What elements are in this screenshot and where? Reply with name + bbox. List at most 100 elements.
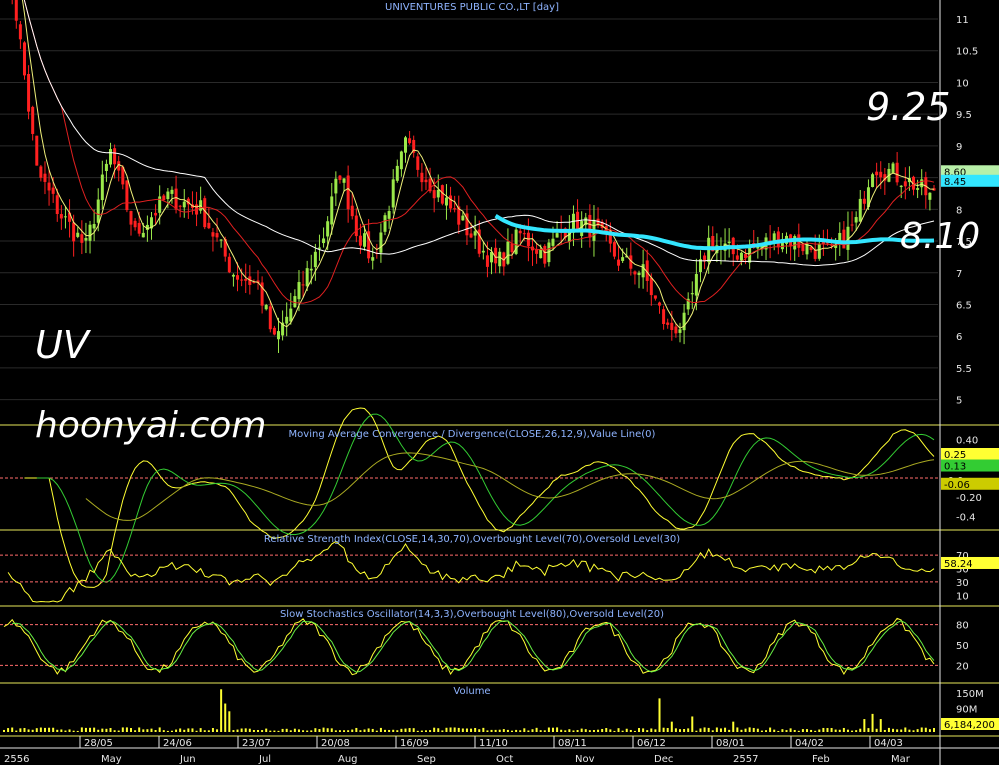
volume-bar (842, 727, 845, 732)
candle-body (293, 296, 297, 308)
candle-body (317, 247, 321, 249)
candle-body (891, 163, 895, 173)
candle-body (22, 42, 26, 76)
rsi-line (7, 540, 935, 603)
candle-body (227, 256, 231, 273)
date-label-top: 04/03 (874, 738, 903, 749)
candle-body (899, 185, 903, 188)
volume-bar (101, 728, 104, 732)
date-label-bottom: Oct (496, 754, 513, 765)
candle-body (875, 171, 879, 176)
volume-bar (715, 727, 718, 732)
candle-body (379, 232, 383, 253)
candle-body (358, 235, 362, 246)
price-tick-label: 5.5 (956, 364, 972, 375)
volume-bar (191, 728, 194, 732)
volume-bar (638, 728, 641, 732)
candle-body (895, 162, 899, 183)
volume-bar (564, 730, 567, 732)
candle-body (96, 199, 100, 223)
rsi-tick-label: 10 (956, 591, 969, 602)
candle-body (244, 278, 248, 281)
candle-body (801, 243, 805, 252)
candle-body (391, 179, 395, 208)
stoch-tick-label: 20 (956, 661, 969, 672)
volume-bar (560, 729, 563, 732)
volume-bar (187, 728, 190, 732)
date-label-top: 28/05 (84, 738, 113, 749)
stochastic-title: Slow Stochastics Oscillator(14,3,3),Over… (280, 609, 664, 620)
price-tick-label: 6.5 (956, 300, 972, 311)
volume-bar (203, 730, 206, 732)
volume-bar (113, 730, 116, 732)
date-label-bottom: May (101, 754, 122, 765)
volume-bar (322, 727, 325, 732)
volume-bar (535, 727, 538, 732)
candle-body (80, 234, 84, 243)
candle-body (330, 196, 334, 225)
volume-bar (183, 729, 186, 732)
candle-body (670, 322, 674, 330)
candle-body (334, 178, 338, 194)
volume-bar (154, 729, 157, 732)
candle-body (612, 242, 616, 257)
volume-panel: 150M90M30M6,184,200 (3, 689, 999, 732)
volume-bar (318, 729, 321, 732)
candle-body (100, 174, 104, 201)
price-tick-label: 8 (956, 205, 962, 216)
candle-body (424, 179, 428, 183)
candle-body (817, 244, 821, 259)
candle-body (854, 217, 858, 223)
volume-bar (674, 728, 677, 732)
volume-bar (31, 729, 34, 732)
volume-bar (216, 729, 219, 732)
volume-bar (785, 730, 788, 732)
volume-bar (375, 730, 378, 732)
volume-bar (572, 730, 575, 732)
volume-bar (433, 727, 436, 732)
stoch-tick-label: 50 (956, 641, 969, 652)
volume-bar (605, 728, 608, 732)
volume-bar (220, 689, 223, 732)
volume-bar (719, 728, 722, 732)
volume-bar (228, 711, 231, 732)
candle-body (903, 181, 907, 187)
volume-bar (7, 728, 10, 732)
candle-body (72, 222, 76, 242)
volume-bar (179, 728, 182, 732)
candle-body (285, 316, 289, 324)
volume-bar (363, 729, 366, 732)
date-label-bottom: Jul (258, 754, 271, 765)
watermark-symbol: UV (35, 323, 92, 367)
volume-bar (269, 730, 272, 732)
price-tick-label: 6 (956, 332, 962, 343)
volume-bar (871, 713, 874, 732)
volume-bar (437, 728, 440, 732)
volume-tick-label: 90M (956, 705, 977, 716)
volume-bar (465, 728, 468, 732)
volume-bar (822, 727, 825, 732)
candle-body (166, 191, 170, 200)
volume-bar (293, 728, 296, 732)
volume-bar (89, 727, 92, 732)
candle-body (231, 274, 235, 277)
volume-bar (896, 729, 899, 732)
volume-bar (752, 727, 755, 732)
candle-body (113, 148, 117, 165)
volume-bar (48, 727, 51, 732)
candle-body (350, 205, 354, 217)
candle-body (301, 284, 305, 286)
candle-body (240, 279, 244, 281)
volume-bar (646, 730, 649, 732)
date-label-top: 04/02 (795, 738, 824, 749)
volume-bar (502, 729, 505, 732)
volume-bar (826, 728, 829, 732)
volume-bar (396, 730, 399, 732)
date-label-bottom: Mar (891, 754, 911, 765)
price-tick-label: 10.5 (956, 47, 978, 58)
candle-body (276, 331, 280, 340)
volume-bar (330, 728, 333, 732)
volume-bar (351, 729, 354, 732)
candle-body (109, 149, 113, 165)
volume-bar (859, 728, 862, 732)
